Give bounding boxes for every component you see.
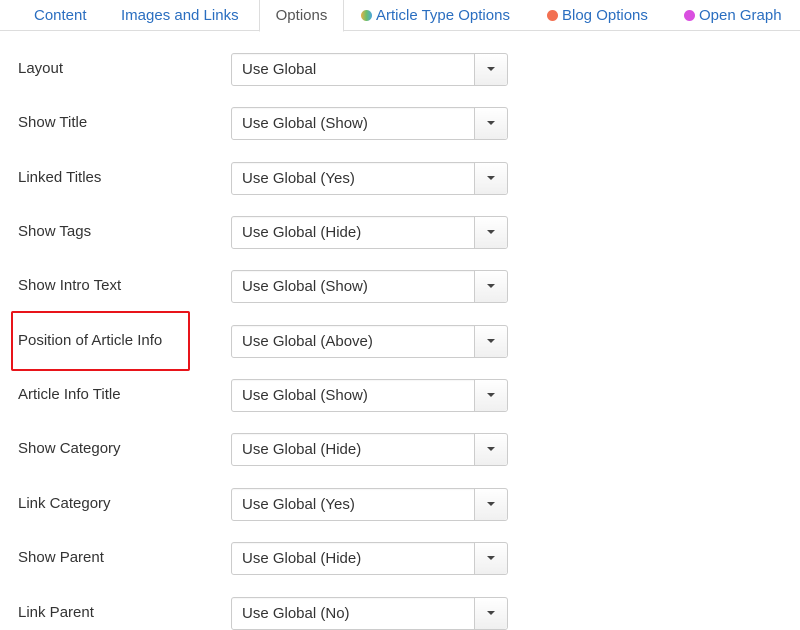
field-position-of-article-info: Position of Article Info Use Global (Abo… <box>0 324 800 358</box>
caret-down-icon <box>487 447 495 451</box>
article-info-title-select[interactable]: Use Global (Show) <box>231 379 508 412</box>
show-parent-select[interactable]: Use Global (Hide) <box>231 542 508 575</box>
tab-blog-options[interactable]: Blog Options <box>547 0 648 31</box>
caret-down-icon <box>487 502 495 506</box>
linked-titles-select[interactable]: Use Global (Yes) <box>231 162 508 195</box>
status-dot-icon <box>684 10 695 21</box>
caret-down-icon <box>487 611 495 615</box>
field-show-title: Show Title Use Global (Show) <box>0 106 800 140</box>
tab-images-and-links[interactable]: Images and Links <box>121 0 239 31</box>
tab-label: Blog Options <box>562 6 648 24</box>
select-value: Use Global (Hide) <box>242 441 362 458</box>
field-show-intro-text: Show Intro Text Use Global (Show) <box>0 269 800 303</box>
field-label: Show Intro Text <box>18 277 122 294</box>
caret-down-icon <box>487 339 495 343</box>
dropdown-toggle[interactable] <box>474 543 507 574</box>
layout-select[interactable]: Use Global <box>231 53 508 86</box>
field-show-category: Show Category Use Global (Hide) <box>0 432 800 466</box>
field-article-info-title: Article Info Title Use Global (Show) <box>0 378 800 412</box>
dropdown-toggle[interactable] <box>474 163 507 194</box>
field-link-parent: Link Parent Use Global (No) <box>0 596 800 630</box>
caret-down-icon <box>487 176 495 180</box>
show-category-select[interactable]: Use Global (Hide) <box>231 433 508 466</box>
field-linked-titles: Linked Titles Use Global (Yes) <box>0 161 800 195</box>
tab-open-graph[interactable]: Open Graph <box>684 0 782 31</box>
field-label: Show Title <box>18 114 88 131</box>
tab-bar: Content Images and Links Options Article… <box>0 0 800 32</box>
dropdown-toggle[interactable] <box>474 271 507 302</box>
tab-label: Article Type Options <box>376 6 510 24</box>
link-category-select[interactable]: Use Global (Yes) <box>231 488 508 521</box>
field-show-parent: Show Parent Use Global (Hide) <box>0 541 800 575</box>
show-title-select[interactable]: Use Global (Show) <box>231 107 508 140</box>
select-value: Use Global (Above) <box>242 333 373 350</box>
dropdown-toggle[interactable] <box>474 380 507 411</box>
dropdown-toggle[interactable] <box>474 326 507 357</box>
tab-content[interactable]: Content <box>34 0 87 31</box>
field-label: Show Parent <box>18 549 104 566</box>
position-of-article-info-select[interactable]: Use Global (Above) <box>231 325 508 358</box>
dropdown-toggle[interactable] <box>474 598 507 629</box>
show-tags-select[interactable]: Use Global (Hide) <box>231 216 508 249</box>
field-layout: Layout Use Global <box>0 52 800 86</box>
tab-options[interactable]: Options <box>259 0 344 32</box>
select-value: Use Global (Yes) <box>242 496 355 513</box>
dropdown-toggle[interactable] <box>474 434 507 465</box>
status-dot-icon <box>361 10 372 21</box>
field-label: Link Category <box>18 495 111 512</box>
select-value: Use Global (Hide) <box>242 224 362 241</box>
select-value: Use Global (Yes) <box>242 170 355 187</box>
field-show-tags: Show Tags Use Global (Hide) <box>0 215 800 249</box>
caret-down-icon <box>487 230 495 234</box>
dropdown-toggle[interactable] <box>474 108 507 139</box>
caret-down-icon <box>487 67 495 71</box>
caret-down-icon <box>487 284 495 288</box>
field-link-category: Link Category Use Global (Yes) <box>0 487 800 521</box>
select-value: Use Global <box>242 61 317 78</box>
field-label: Position of Article Info <box>18 332 163 349</box>
dropdown-toggle[interactable] <box>474 54 507 85</box>
field-label: Article Info Title <box>18 386 121 403</box>
caret-down-icon <box>487 121 495 125</box>
field-label: Linked Titles <box>18 169 102 186</box>
caret-down-icon <box>487 556 495 560</box>
dropdown-toggle[interactable] <box>474 217 507 248</box>
tab-label: Content <box>34 6 87 24</box>
tab-label: Options <box>275 6 328 24</box>
field-label: Link Parent <box>18 604 94 621</box>
select-value: Use Global (Hide) <box>242 550 362 567</box>
link-parent-select[interactable]: Use Global (No) <box>231 597 508 630</box>
caret-down-icon <box>487 393 495 397</box>
field-label: Show Tags <box>18 223 92 240</box>
field-label: Layout <box>18 60 64 77</box>
select-value: Use Global (Show) <box>242 115 368 132</box>
select-value: Use Global (Show) <box>242 387 368 404</box>
status-dot-icon <box>547 10 558 21</box>
select-value: Use Global (Show) <box>242 278 368 295</box>
field-label: Show Category <box>18 440 121 457</box>
tab-label: Open Graph <box>699 6 782 24</box>
tab-article-type-options[interactable]: Article Type Options <box>361 0 510 31</box>
select-value: Use Global (No) <box>242 605 350 622</box>
show-intro-text-select[interactable]: Use Global (Show) <box>231 270 508 303</box>
dropdown-toggle[interactable] <box>474 489 507 520</box>
tab-label: Images and Links <box>121 6 239 24</box>
